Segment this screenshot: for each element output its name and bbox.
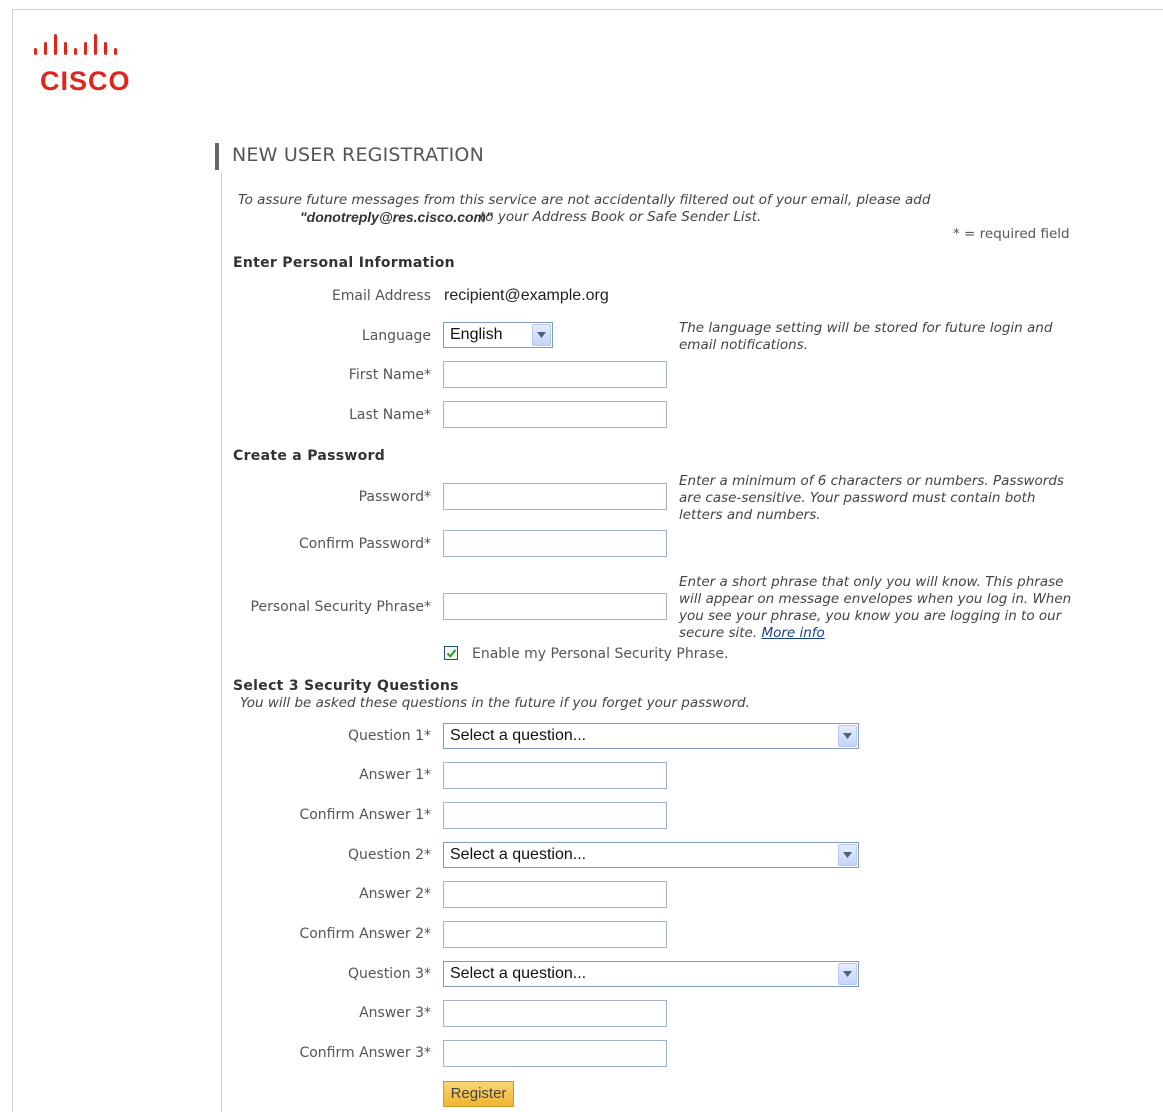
answer-3-field[interactable] — [443, 1000, 667, 1027]
confirm-answer-2-field[interactable] — [443, 921, 667, 948]
question-2-select-value: Select a question... — [450, 846, 587, 863]
notice-text: To assure future messages from this serv… — [238, 192, 931, 208]
question-1-select[interactable]: Select a question... — [443, 723, 859, 749]
confirm-answer-2-label: Confirm Answer 2* — [299, 926, 431, 942]
section-personal-heading: Enter Personal Information — [233, 255, 455, 271]
password-help-text: Enter a minimum of 6 characters or numbe… — [679, 473, 1064, 523]
chevron-down-icon[interactable] — [532, 324, 551, 346]
section-password-heading: Create a Password — [233, 448, 386, 464]
page-title: NEW USER REGISTRATION — [232, 144, 484, 166]
notice-text-continued: to your Address Book or Safe Sender List… — [480, 209, 762, 225]
question-1-select-value: Select a question... — [450, 727, 587, 744]
confirm-answer-1-label: Confirm Answer 1* — [299, 807, 431, 823]
confirm-answer-1-field[interactable] — [443, 802, 667, 829]
question-1-label: Question 1* — [348, 728, 431, 744]
answer-3-label: Answer 3* — [359, 1005, 431, 1021]
section-security-subheading: You will be asked these questions in the… — [240, 695, 750, 711]
cisco-logo: CISCO — [30, 30, 142, 96]
enable-phrase-checkbox[interactable] — [444, 646, 458, 660]
first-name-field[interactable] — [443, 361, 667, 388]
last-name-field[interactable] — [443, 401, 667, 428]
security-phrase-field[interactable] — [443, 593, 667, 620]
security-phrase-help: Enter a short phrase that only you will … — [679, 574, 1079, 642]
title-accent-bar — [215, 143, 219, 170]
checkmark-icon — [446, 649, 457, 658]
chevron-down-icon[interactable] — [838, 844, 857, 866]
frame-left-border — [12, 9, 13, 1112]
answer-1-field[interactable] — [443, 762, 667, 789]
required-field-note: * = required field — [953, 226, 1070, 242]
question-3-label: Question 3* — [348, 966, 431, 982]
more-info-link[interactable]: More info — [761, 625, 824, 641]
chevron-down-icon[interactable] — [838, 725, 857, 747]
answer-2-label: Answer 2* — [359, 886, 431, 902]
language-help-text: The language setting will be stored for … — [679, 320, 1053, 353]
confirm-answer-3-field[interactable] — [443, 1040, 667, 1067]
answer-2-field[interactable] — [443, 881, 667, 908]
confirm-answer-3-label: Confirm Answer 3* — [299, 1045, 431, 1061]
email-address-label: Email Address — [331, 288, 431, 304]
notice-email: "donotreply@res.cisco.com" — [300, 209, 493, 225]
chevron-down-icon[interactable] — [838, 963, 857, 985]
language-select[interactable]: English — [443, 322, 553, 348]
cisco-bars-icon — [34, 34, 117, 55]
frame-top-border — [12, 9, 1163, 10]
security-phrase-help-text: Enter a short phrase that only you will … — [679, 574, 1072, 641]
question-3-select-value: Select a question... — [450, 965, 587, 982]
password-field[interactable] — [443, 483, 667, 510]
confirm-password-label: Confirm Password* — [298, 536, 431, 552]
question-2-select[interactable]: Select a question... — [443, 842, 859, 868]
register-button[interactable]: Register — [443, 1081, 514, 1107]
question-3-select[interactable]: Select a question... — [443, 961, 859, 987]
language-select-value: English — [450, 326, 503, 343]
security-phrase-label: Personal Security Phrase* — [250, 599, 431, 615]
email-address-value: recipient@example.org — [444, 287, 609, 304]
language-label: Language — [361, 328, 431, 344]
password-label: Password* — [358, 489, 431, 505]
first-name-label: First Name* — [348, 367, 431, 383]
question-2-label: Question 2* — [348, 847, 431, 863]
enable-phrase-label: Enable my Personal Security Phrase. — [472, 646, 729, 662]
cisco-wordmark: CISCO — [40, 66, 131, 96]
answer-1-label: Answer 1* — [359, 767, 431, 783]
content-divider — [221, 172, 222, 1112]
confirm-password-field[interactable] — [443, 530, 667, 557]
last-name-label: Last Name* — [349, 407, 431, 423]
section-security-heading: Select 3 Security Questions — [233, 678, 459, 694]
